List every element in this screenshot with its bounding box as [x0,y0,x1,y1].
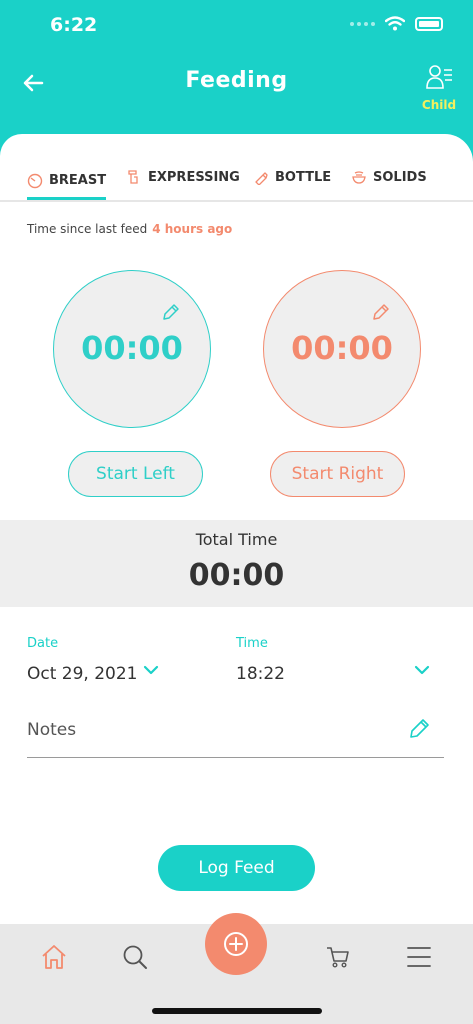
child-button[interactable]: Child [417,62,461,112]
add-icon [224,932,248,956]
left-timer-value: 00:00 [81,329,183,367]
home-indicator [152,1008,322,1014]
breast-icon [27,173,43,188]
right-timer[interactable]: 00:00 [263,270,421,428]
last-feed-value: 4 hours ago [152,222,233,236]
tab-bottle-label: BOTTLE [275,169,332,185]
menu-icon [407,947,431,967]
feeding-tabs: BREAST EXPRESSING BOTTLE SOLIDS [0,150,473,202]
tab-breast[interactable]: BREAST [27,164,107,200]
left-timer[interactable]: 00:00 [53,270,211,428]
tab-breast-label: BREAST [49,173,107,188]
battery-icon [415,16,443,31]
bottle-icon [255,172,268,185]
last-feed-info: Time since last feed 4 hours ago [27,222,232,236]
date-label: Date [27,636,59,651]
nav-menu[interactable] [399,940,439,974]
add-entry-button[interactable] [205,913,267,975]
child-profile-icon [426,65,452,89]
status-icons [350,16,443,31]
date-value[interactable]: Oct 29, 2021 [27,664,138,684]
tab-bottle[interactable]: BOTTLE [253,164,331,190]
edit-left-icon[interactable] [162,303,180,321]
cart-icon [327,947,349,968]
wifi-icon [385,16,405,31]
time-value[interactable]: 18:22 [236,664,285,684]
tab-expressing[interactable]: EXPRESSING [126,164,240,190]
child-label: Child [421,98,457,112]
start-right-button[interactable]: Start Right [270,451,405,497]
total-time-value: 00:00 [188,558,285,593]
page-title: Feeding [185,68,288,93]
nav-home[interactable] [34,940,74,974]
bowl-icon [352,171,366,184]
date-chevron-down-icon[interactable] [143,664,159,676]
last-feed-label: Time since last feed [27,222,148,236]
search-icon [123,945,147,969]
nav-search[interactable] [115,940,155,974]
right-timer-value: 00:00 [291,329,393,367]
start-left-button[interactable]: Start Left [68,451,203,497]
time-chevron-down-icon[interactable] [414,664,430,676]
tab-solids[interactable]: SOLIDS [351,164,427,190]
edit-notes-icon[interactable] [408,718,430,740]
total-time-label: Total Time [195,530,278,549]
tab-solids-label: SOLIDS [373,169,427,185]
signal-icon [350,21,375,26]
status-time: 6:22 [50,14,98,36]
tab-expressing-label: EXPRESSING [148,169,240,185]
notes-label: Notes [27,720,77,740]
time-label: Time [236,636,268,651]
log-feed-button[interactable]: Log Feed [158,845,315,891]
pump-icon [128,170,138,184]
home-icon [42,945,66,969]
status-bar: 6:22 [0,0,473,50]
nav-cart[interactable] [318,940,358,974]
total-time-section: Total Time 00:00 [0,520,473,607]
notes-field[interactable]: Notes [27,716,444,758]
edit-right-icon[interactable] [372,303,390,321]
